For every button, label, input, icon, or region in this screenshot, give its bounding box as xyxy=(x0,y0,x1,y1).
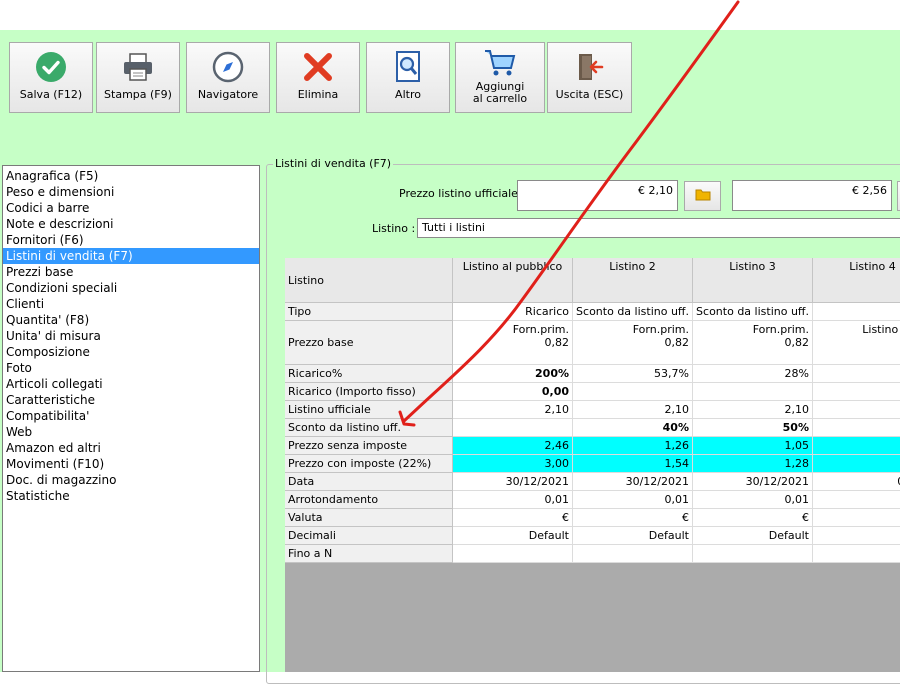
annotation-arrow xyxy=(398,0,740,427)
